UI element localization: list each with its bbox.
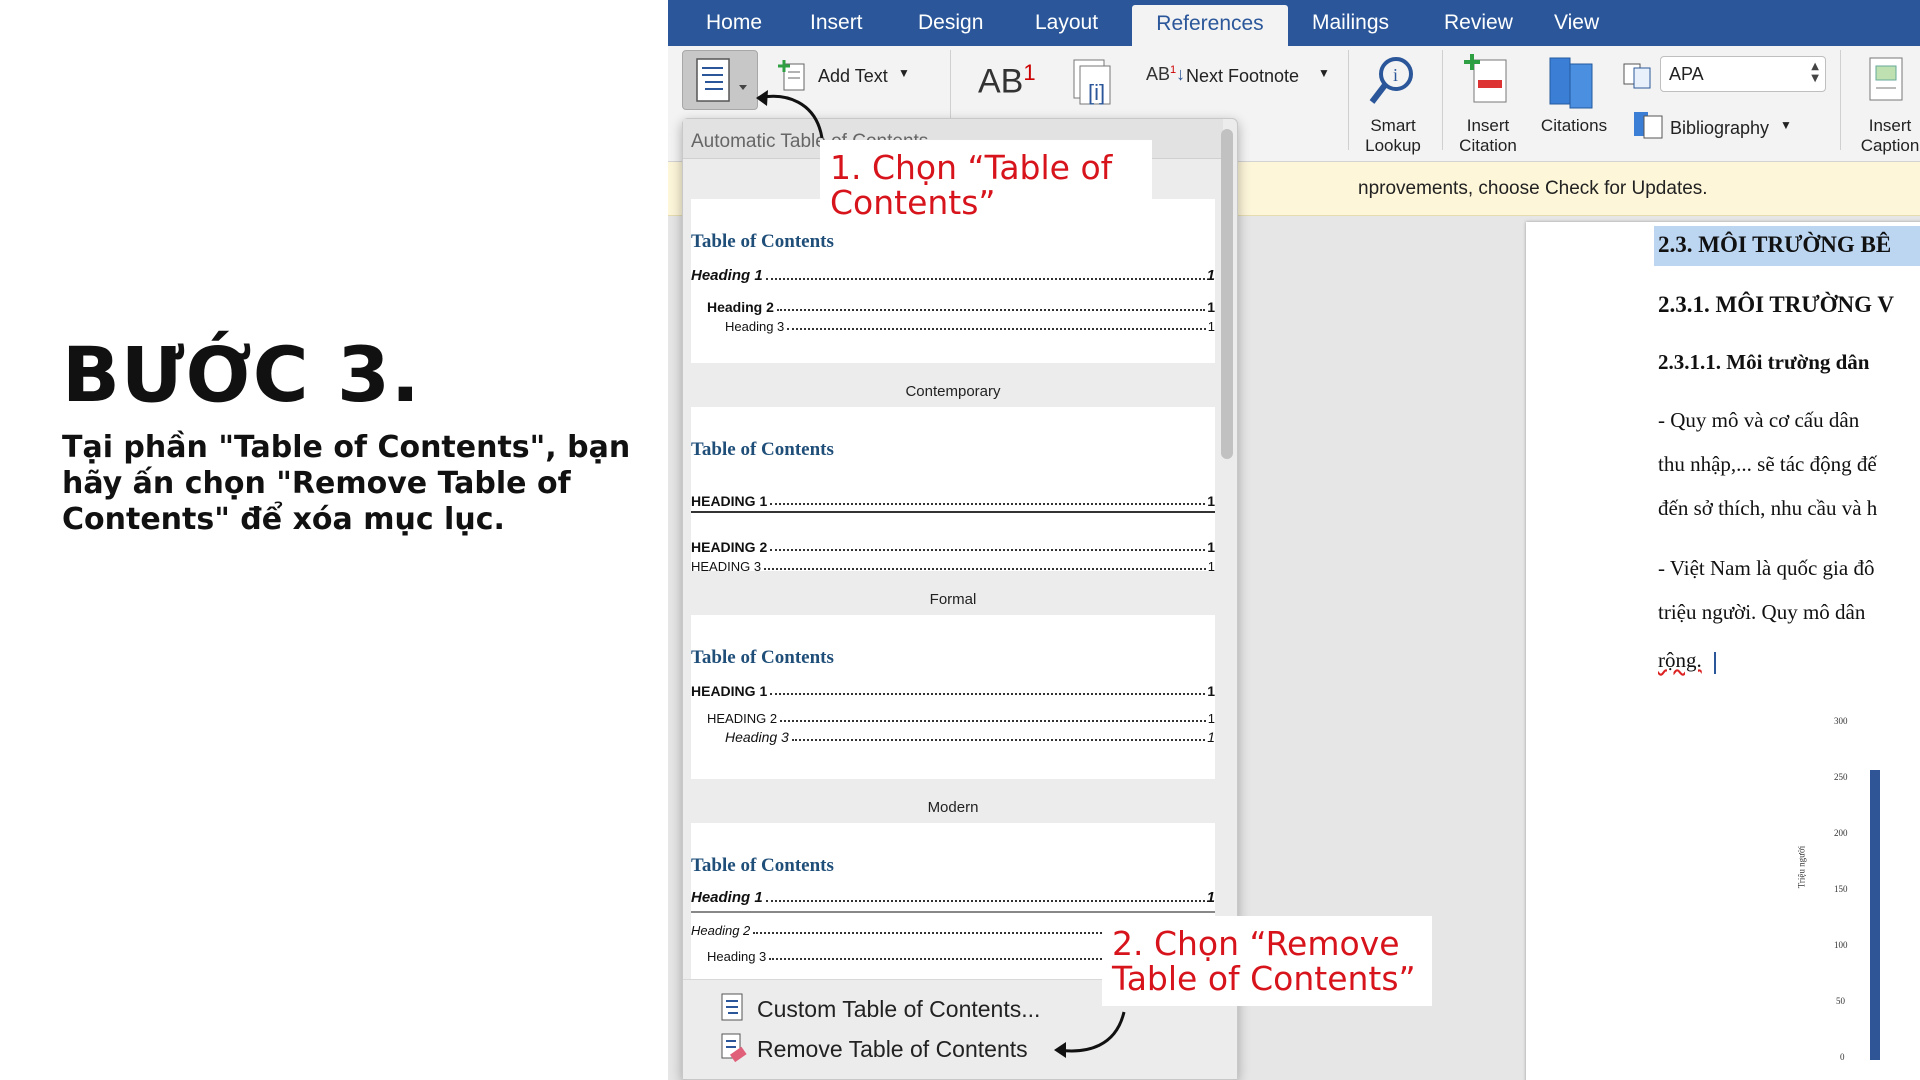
citations-button[interactable]: Citations	[1532, 116, 1616, 136]
chart-tick: 150	[1834, 884, 1848, 894]
insert-caption-button[interactable]: Insert Caption	[1852, 116, 1920, 156]
doc-line: triệu người. Quy mô dân	[1658, 600, 1866, 624]
citation-style-select[interactable]: APA ▲ ▼	[1660, 56, 1826, 92]
divider	[1442, 50, 1443, 150]
select-stepper-icon: ▲ ▼	[1811, 61, 1819, 84]
toc-entry-h3: HEADING 31	[691, 559, 1215, 571]
insert-endnote-icon[interactable]: [i]	[1068, 56, 1122, 108]
toc-entry-h1: HEADING 11	[691, 683, 1215, 699]
slide: BƯỚC 3. Tại phần "Table of Contents", bạ…	[0, 0, 1920, 1080]
ribbon-tab-bar: Home Insert Design Layout References Mai…	[668, 0, 1920, 46]
document-page: 2.3. MÔI TRƯỜNG BÊ 2.3.1. MÔI TRƯỜNG V 2…	[1526, 222, 1920, 1080]
toc-entry-h3: Heading 31	[725, 729, 1215, 745]
step-title: BƯỚC 3.	[62, 330, 421, 419]
tab-view[interactable]: View	[1544, 0, 1609, 46]
divider	[1840, 50, 1841, 150]
insert-caption-icon	[1869, 57, 1903, 101]
remove-toc-menu-item[interactable]: Remove Table of Contents	[757, 1036, 1028, 1063]
toc-title: Table of Contents	[691, 231, 834, 252]
manage-sources-icon[interactable]	[1622, 60, 1656, 90]
toc-style-formal[interactable]: Table of Contents HEADING 11 HEADING 21 …	[691, 615, 1215, 779]
custom-toc-menu-item[interactable]: Custom Table of Contents...	[757, 996, 1040, 1023]
underline-rule	[691, 911, 1215, 913]
toc-entry-h2: Heading 21	[707, 299, 1215, 315]
chart-tick: 200	[1834, 828, 1848, 838]
section-label-modern: Modern	[927, 799, 979, 816]
toc-entry-h2: HEADING 21	[691, 539, 1215, 555]
toc-entry-h2: HEADING 21	[707, 711, 1215, 726]
insert-footnote-icon[interactable]: AB1	[978, 60, 1036, 101]
chart-bar	[1870, 770, 1880, 1060]
next-footnote-icon: AB1↓	[1146, 64, 1186, 84]
bibliography-chevron-icon: ▼	[1780, 118, 1792, 132]
toc-title: Table of Contents	[691, 855, 834, 876]
tab-home[interactable]: Home	[696, 0, 772, 46]
text-cursor	[1714, 652, 1716, 674]
smart-lookup-button[interactable]: Smart Lookup	[1360, 116, 1426, 156]
doc-line: - Việt Nam là quốc gia đô	[1658, 556, 1875, 580]
next-footnote-chevron-icon: ▼	[1318, 66, 1330, 80]
insert-citation-icon	[1464, 54, 1507, 103]
chart-tick: 0	[1840, 1052, 1845, 1062]
chart-y-label: Triệu người	[1796, 845, 1807, 889]
citations-icon	[1549, 57, 1593, 109]
callout-step-2: 2. Chọn “Remove Table of Contents”	[1102, 916, 1432, 1006]
toc-style-contemporary[interactable]: Table of Contents HEADING 11 HEADING 21 …	[691, 407, 1215, 571]
section-label-contemporary: Contemporary	[905, 383, 1001, 400]
dropdown-scrollbar[interactable]	[1221, 129, 1233, 459]
doc-line: - Quy mô và cơ cấu dân	[1658, 408, 1860, 432]
chart-tick: 50	[1836, 996, 1845, 1006]
doc-line: đến sở thích, nhu cầu và h	[1658, 496, 1878, 520]
tab-review[interactable]: Review	[1434, 0, 1523, 46]
add-text-chevron-icon: ▼	[898, 66, 910, 80]
underline-rule	[691, 511, 1215, 513]
toc-entry-h1: Heading 11	[691, 267, 1215, 284]
section-label-formal: Formal	[929, 591, 977, 608]
doc-line: rộng.	[1658, 648, 1702, 672]
word-screenshot: Home Insert Design Layout References Mai…	[668, 0, 1920, 1080]
svg-text:i: i	[1393, 65, 1398, 85]
toc-title: Table of Contents	[691, 647, 834, 668]
callout-step-1: 1. Chọn “Table of Contents”	[820, 140, 1152, 230]
chart-tick: 300	[1834, 716, 1848, 726]
toc-entry-h1: Heading 11	[691, 889, 1215, 906]
insert-citation-button[interactable]: Insert Citation	[1450, 116, 1526, 156]
toc-title: Table of Contents	[691, 439, 834, 460]
tab-design[interactable]: Design	[908, 0, 993, 46]
step-description: Tại phần "Table of Contents", bạn hãy ấn…	[62, 430, 631, 537]
svg-text:[i]: [i]	[1088, 80, 1105, 105]
tab-insert[interactable]: Insert	[800, 0, 873, 46]
toc-entry-h1: HEADING 11	[691, 493, 1215, 509]
arrow-annotation-2	[1054, 1011, 1126, 1058]
chart-tick: 100	[1834, 940, 1848, 950]
tab-mailings[interactable]: Mailings	[1302, 0, 1399, 46]
toc-icon	[696, 58, 747, 102]
custom-toc-icon	[721, 993, 743, 1021]
tab-layout[interactable]: Layout	[1025, 0, 1108, 46]
bibliography-button[interactable]: Bibliography	[1670, 118, 1769, 139]
chart-fragment: Triệu người 300 250 200 150 100 50 0	[1790, 692, 1920, 1072]
doc-heading-1: 2.3. MÔI TRƯỜNG BÊ	[1658, 232, 1892, 257]
doc-line: thu nhập,... sẽ tác động đế	[1658, 452, 1877, 476]
tab-references[interactable]: References	[1132, 5, 1288, 46]
toc-entry-h3: Heading 31	[725, 319, 1215, 334]
next-footnote-button[interactable]: Next Footnote	[1186, 66, 1299, 87]
table-of-contents-button[interactable]	[682, 50, 758, 110]
instruction-panel: BƯỚC 3. Tại phần "Table of Contents", bạ…	[0, 0, 668, 1080]
remove-toc-icon	[721, 1033, 747, 1063]
divider	[1348, 50, 1349, 150]
bibliography-icon	[1634, 112, 1663, 139]
update-notice-text: nprovements, choose Check for Updates.	[1358, 178, 1708, 199]
chart-tick: 250	[1834, 772, 1848, 782]
citation-style-value: APA	[1669, 64, 1704, 84]
doc-heading-3: 2.3.1.1. Môi trường dân	[1658, 350, 1870, 374]
smart-lookup-icon: i	[1369, 57, 1413, 104]
doc-heading-2: 2.3.1. MÔI TRƯỜNG V	[1658, 292, 1894, 317]
